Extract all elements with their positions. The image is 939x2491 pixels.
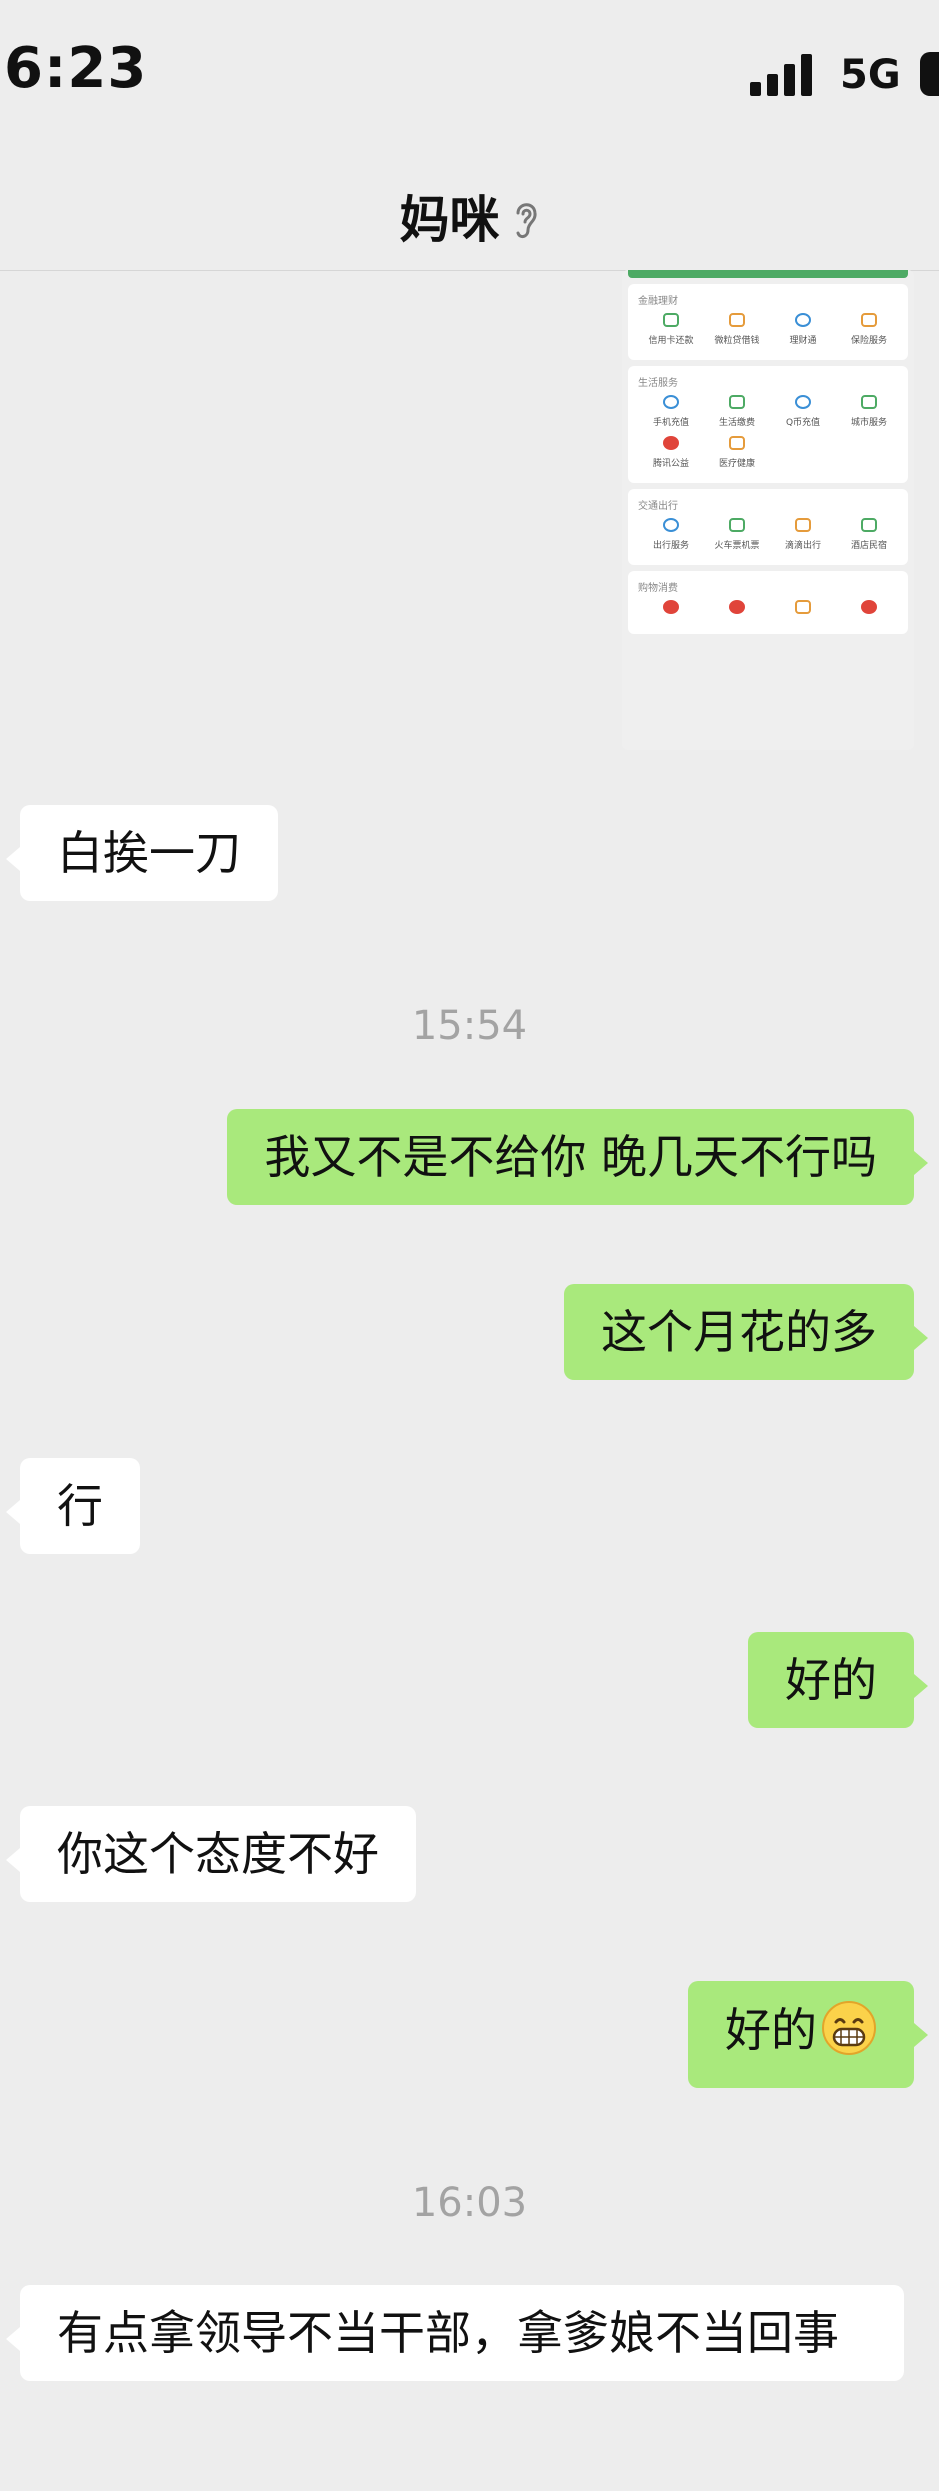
screenshot-item-label: 信用卡还款 — [648, 336, 694, 346]
screenshot-item — [638, 600, 704, 620]
wallet-icon — [729, 313, 745, 327]
hotel-icon — [861, 518, 877, 532]
screenshot-item: 火车票机票 — [704, 518, 770, 551]
screenshot-item-label: 酒店民宿 — [850, 541, 887, 551]
utility-icon — [729, 395, 745, 409]
message-bubble-outgoing[interactable]: 我又不是不给你 晚几天不行吗 — [227, 1109, 928, 1205]
message-bubble-outgoing[interactable]: 好的 — [688, 1981, 928, 2088]
screenshot-item: 生活缴费 — [704, 395, 770, 428]
screenshot-section-title: 金融理财 — [638, 296, 678, 307]
shopping-icon — [663, 600, 679, 614]
screenshot-item: 腾讯公益 — [638, 436, 704, 469]
message-timestamp: 16:03 — [411, 2180, 528, 2226]
charity-icon — [663, 436, 679, 450]
screenshot-item — [836, 600, 902, 620]
message-bubble-incoming[interactable]: 有点拿领导不当干部，拿爹娘不当回事 — [6, 2285, 904, 2381]
screenshot-item: 微粒贷借钱 — [704, 313, 770, 346]
screenshot-section: 购物消费 — [628, 571, 908, 634]
grinning-face-emoji-icon — [821, 2000, 877, 2069]
message-text: 这个月花的多 — [601, 1305, 877, 1359]
screenshot-item: 理财通 — [770, 313, 836, 346]
message-text: 行 — [57, 1479, 103, 1533]
screenshot-item-label: Q币充值 — [785, 418, 821, 428]
screenshot-item-label: 出行服务 — [652, 541, 689, 551]
insurance-icon — [861, 313, 877, 327]
credit-card-icon — [663, 313, 679, 327]
screenshot-section: 生活服务 手机充值 生活缴费 Q币充值 城市服务 腾讯公益 医疗健康 — [628, 366, 908, 483]
screenshot-item-label: 理财通 — [789, 336, 817, 346]
screenshot-section-title: 购物消费 — [638, 583, 678, 594]
cellular-signal-icon — [750, 52, 812, 96]
message-bubble-outgoing[interactable]: 好的 — [748, 1632, 928, 1728]
screenshot-item-label: 医疗健康 — [718, 459, 755, 469]
screenshot-section-title: 生活服务 — [638, 378, 678, 389]
chat-title[interactable]: 妈咪 — [400, 191, 500, 249]
train-icon — [729, 518, 745, 532]
screenshot-section: 金融理财 信用卡还款 微粒贷借钱 理财通 保险服务 — [628, 284, 908, 360]
battery-icon — [920, 52, 939, 96]
screenshot-item: 手机充值 — [638, 395, 704, 428]
message-text: 白挨一刀 — [57, 826, 241, 880]
screenshot-item-label: 滴滴出行 — [784, 541, 821, 551]
didi-icon — [795, 518, 811, 532]
screenshot-item: 信用卡还款 — [638, 313, 704, 346]
earpiece-mode-icon — [510, 195, 540, 253]
wealth-icon — [795, 313, 811, 327]
screenshot-item-label: 手机充值 — [652, 418, 689, 428]
screenshot-section: 交通出行 出行服务 火车票机票 滴滴出行 酒店民宿 — [628, 489, 908, 565]
shopping-icon — [795, 600, 811, 614]
status-time: 6:23 — [4, 36, 148, 101]
city-icon — [861, 395, 877, 409]
message-bubble-incoming[interactable]: 白挨一刀 — [6, 805, 278, 901]
screenshot-item: 出行服务 — [638, 518, 704, 551]
screenshot-item: 酒店民宿 — [836, 518, 902, 551]
message-text: 我又不是不给你 晚几天不行吗 — [264, 1130, 877, 1184]
qq-icon — [795, 395, 811, 409]
message-text: 有点拿领导不当干部，拿爹娘不当回事 — [57, 2306, 839, 2360]
screenshot-item-label: 微粒贷借钱 — [714, 336, 760, 346]
screenshot-item-label: 火车票机票 — [714, 541, 760, 551]
shared-screenshot-image[interactable]: 金融理财 信用卡还款 微粒贷借钱 理财通 保险服务 生活服务 手机充值 生活缴费… — [622, 270, 914, 750]
screenshot-item: 滴滴出行 — [770, 518, 836, 551]
network-type: 5G — [840, 52, 901, 98]
screenshot-item-label: 保险服务 — [850, 336, 887, 346]
chat-header: 妈咪 — [0, 160, 939, 271]
screenshot-item: 保险服务 — [836, 313, 902, 346]
message-bubble-incoming[interactable]: 你这个态度不好 — [6, 1806, 416, 1902]
message-text: 你这个态度不好 — [57, 1827, 379, 1881]
screenshot-item — [704, 600, 770, 620]
screenshot-item: Q币充值 — [770, 395, 836, 428]
shopping-icon — [729, 600, 745, 614]
screenshot-item-label: 生活缴费 — [718, 418, 755, 428]
travel-icon — [663, 518, 679, 532]
screenshot-item-label: 腾讯公益 — [652, 459, 689, 469]
screenshot-item — [770, 600, 836, 620]
message-text: 好的 — [785, 1653, 877, 1707]
screenshot-section-title: 交通出行 — [638, 501, 678, 512]
phone-icon — [663, 395, 679, 409]
screenshot-top-strip — [628, 270, 908, 278]
medical-icon — [729, 436, 745, 450]
screenshot-item: 城市服务 — [836, 395, 902, 428]
screenshot-item: 医疗健康 — [704, 436, 770, 469]
message-bubble-incoming[interactable]: 行 — [6, 1458, 140, 1554]
status-bar: 6:23 5G — [0, 0, 939, 150]
message-bubble-outgoing[interactable]: 这个月花的多 — [564, 1284, 928, 1380]
message-timestamp: 15:54 — [411, 1003, 528, 1049]
shopping-icon — [861, 600, 877, 614]
message-text: 好的 — [725, 2003, 817, 2057]
screenshot-item-label: 城市服务 — [850, 418, 887, 428]
